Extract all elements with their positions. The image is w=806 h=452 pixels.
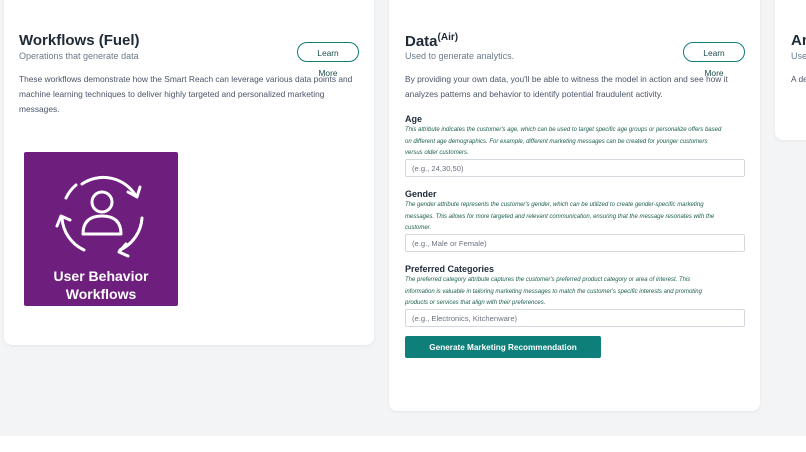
air-card-subtitle: Used to generate analytics. (405, 51, 515, 61)
preferred-categories-input[interactable] (405, 309, 745, 327)
fuel-card-subtitle: Operations that generate data (19, 51, 139, 61)
air-card-title: Data(Air) (405, 32, 458, 50)
analytics-card-subtitle: Used (791, 51, 806, 61)
help-line: versus older customers. (405, 150, 469, 156)
help-line: This attribute indicates the customer's … (405, 127, 722, 133)
help-line: The gender attribute represents the cust… (405, 202, 704, 208)
help-line: information is valuable in tailoring mar… (405, 288, 702, 295)
age-help-text: This attribute indicates the customer's … (405, 125, 750, 160)
help-line: messages. This allows for more targeted … (405, 213, 715, 220)
fuel-learn-more-button[interactable]: Learn More (297, 42, 359, 78)
age-label: Age (405, 114, 423, 124)
workflows-fuel-card: Workflows (Fuel) Operations that generat… (4, 0, 374, 345)
description-line: By providing your own data, you'll be ab… (405, 74, 728, 84)
description-line: machine learning techniques to deliver h… (19, 89, 325, 99)
description-line: messages. (19, 104, 60, 114)
gender-help-text: The gender attribute represents the cust… (405, 200, 750, 235)
tile-line-1: User Behavior (53, 268, 149, 284)
gender-label: Gender (405, 189, 437, 199)
help-line: on different age demographics. For examp… (405, 138, 708, 145)
description-line: analyzes patterns and behavior to identi… (405, 89, 663, 99)
data-air-card: Data(Air) Used to generate analytics. Le… (389, 0, 760, 411)
help-line: products or services that align with the… (405, 300, 546, 306)
user-behavior-workflows-tile[interactable]: User Behavior Workflows (24, 152, 178, 306)
help-line: The preferred category attribute capture… (405, 277, 691, 283)
description-line: These workflows demonstrate how the Smar… (19, 74, 353, 84)
air-card-description: By providing your own data, you'll be ab… (405, 72, 750, 102)
gender-input[interactable] (405, 234, 745, 252)
air-title-sup: (Air) (437, 32, 459, 43)
analytics-card-title: An (791, 32, 806, 49)
help-line: customer. (405, 225, 432, 231)
generate-marketing-recommendation-button[interactable]: Generate Marketing Recommendation (405, 336, 601, 358)
air-learn-more-button[interactable]: Learn More (683, 42, 745, 78)
analytics-card: An Used A de (775, 0, 806, 140)
tile-line-2: Workflows (65, 286, 137, 302)
analytics-card-description: A de (791, 74, 806, 84)
page-footer-band (0, 436, 806, 452)
preferred-categories-help-text: The preferred category attribute capture… (405, 275, 750, 310)
air-title-text: Data (405, 33, 438, 50)
preferred-categories-label: Preferred Categories (405, 264, 495, 274)
fuel-card-title: Workflows (Fuel) (19, 32, 140, 49)
age-input[interactable] (405, 159, 745, 177)
fuel-card-description: These workflows demonstrate how the Smar… (19, 72, 364, 117)
user-cycle-icon (55, 175, 144, 258)
